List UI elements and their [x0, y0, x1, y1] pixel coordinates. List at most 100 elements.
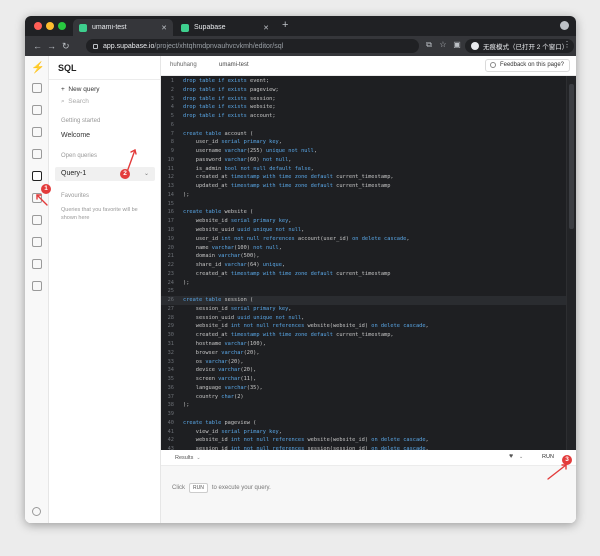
chevron-down-icon[interactable]: ⌄: [519, 454, 523, 460]
code-line[interactable]: 22 share_id varchar(64) unique,: [161, 261, 566, 270]
bookmark-star-icon[interactable]: ☆: [438, 40, 448, 50]
breadcrumb-org[interactable]: huhuhang: [170, 62, 197, 68]
code-line[interactable]: 32 browser varchar(20),: [161, 349, 566, 358]
feedback-button[interactable]: Feedback on this page?: [484, 59, 570, 72]
editor-scrollbar[interactable]: [566, 76, 576, 450]
result-message-after: to execute your query.: [211, 485, 271, 491]
back-icon[interactable]: ←: [33, 39, 42, 53]
close-tab-icon[interactable]: ✕: [263, 24, 269, 32]
code-line[interactable]: 9 username varchar(255) unique not null,: [161, 147, 566, 156]
favorite-heart-icon[interactable]: ♥: [509, 453, 513, 460]
reload-icon[interactable]: ↻: [62, 39, 70, 53]
close-tab-icon[interactable]: ✕: [161, 24, 167, 32]
code-line[interactable]: 19 user_id int not null references accou…: [161, 235, 566, 244]
incognito-icon: [471, 42, 479, 50]
open-query-item[interactable]: Query-1 ⌄: [55, 167, 155, 181]
line-number: 31: [167, 340, 174, 347]
home-icon[interactable]: [32, 83, 42, 93]
code-line[interactable]: 1 drop table if exists event;: [161, 77, 566, 86]
sql-editor[interactable]: 1 drop table if exists event; 2 drop table …: [161, 76, 576, 450]
breadcrumb-project[interactable]: umami-test: [219, 62, 249, 68]
new-query-button[interactable]: + New query: [61, 86, 100, 93]
scrollbar-thumb[interactable]: [569, 84, 574, 229]
code-line[interactable]: 12 created_at timestamp with time zone d…: [161, 173, 566, 182]
maximize-window-button[interactable]: [58, 22, 66, 30]
code-line[interactable]: 29 website_id int not null references we…: [161, 322, 566, 331]
code-line[interactable]: 16 create table website (: [161, 208, 566, 217]
code-line[interactable]: 40 create table pageview (: [161, 419, 566, 428]
code-line[interactable]: 39: [161, 410, 566, 419]
code-line[interactable]: 28 session_uuid uuid unique not null,: [161, 314, 566, 323]
code-line[interactable]: 24);: [161, 279, 566, 288]
line-number: 17: [167, 218, 174, 225]
close-window-button[interactable]: [34, 22, 42, 30]
code-line[interactable]: 36 language varchar(35),: [161, 384, 566, 393]
chevron-down-icon[interactable]: ⌄: [144, 167, 149, 181]
more-menu-icon[interactable]: ⋮: [562, 40, 572, 50]
welcome-item[interactable]: Welcome: [61, 132, 90, 139]
code-line[interactable]: 27 session_id serial primary key,: [161, 305, 566, 314]
new-tab-icon[interactable]: +: [282, 19, 288, 31]
code-line[interactable]: 18 website_uuid uuid unique not null,: [161, 226, 566, 235]
code-line[interactable]: 33 os varchar(20),: [161, 358, 566, 367]
code-line[interactable]: 21 domain varchar(500),: [161, 252, 566, 261]
code-line[interactable]: 42 website_id int not null references we…: [161, 436, 566, 445]
browser-tab-umami[interactable]: umami-test ✕: [73, 19, 173, 36]
search-input[interactable]: ⌕ Search: [61, 98, 89, 106]
code-line[interactable]: 38);: [161, 401, 566, 410]
incognito-indicator[interactable]: 无痕模式（已打开 2 个窗口）: [465, 39, 575, 53]
code-line[interactable]: 8 user_id serial primary key,: [161, 138, 566, 147]
code-line[interactable]: 25: [161, 287, 566, 296]
code-line[interactable]: 11 is_admin bool not null default false,: [161, 165, 566, 174]
code-line[interactable]: 26 create table session (: [161, 296, 566, 305]
line-number: 23: [167, 270, 174, 277]
storage-icon[interactable]: [32, 149, 42, 159]
code-text: username varchar(255) unique not null,: [183, 148, 318, 155]
code-line[interactable]: 35 screen varchar(11),: [161, 375, 566, 384]
auth-icon[interactable]: [32, 127, 42, 137]
user-avatar-icon[interactable]: [32, 507, 41, 516]
table-editor-icon[interactable]: [32, 105, 42, 115]
code-line[interactable]: 4 drop table if exists website;: [161, 103, 566, 112]
sql-editor-icon[interactable]: [32, 171, 42, 181]
code-line[interactable]: 30 created_at timestamp with time zone d…: [161, 331, 566, 340]
code-line[interactable]: 13 updated_at timestamp with time zone d…: [161, 182, 566, 191]
url-path: /project/xhtqhmdpnvauhvcvkmh/editor/sql: [154, 42, 284, 50]
code-line[interactable]: 41 view_id serial primary key,: [161, 428, 566, 437]
line-number: 26: [167, 297, 174, 304]
api-icon[interactable]: [32, 215, 42, 225]
code-line[interactable]: 6: [161, 121, 566, 130]
forward-icon[interactable]: →: [47, 39, 56, 53]
reports-icon[interactable]: [32, 237, 42, 247]
favourites-heading: Favourites: [61, 193, 90, 199]
feedback-label: Feedback on this page?: [499, 62, 564, 68]
minimize-window-button[interactable]: [46, 22, 54, 30]
code-line[interactable]: 14);: [161, 191, 566, 200]
extension-icon[interactable]: ▣: [452, 40, 462, 50]
code-line[interactable]: 10 password varchar(60) not null,: [161, 156, 566, 165]
run-button[interactable]: RUN: [538, 452, 558, 463]
supabase-logo-icon[interactable]: ⚡: [31, 62, 45, 74]
code-line[interactable]: 31 hostname varchar(100),: [161, 340, 566, 349]
code-lines[interactable]: 1 drop table if exists event; 2 drop table …: [161, 77, 566, 450]
extension-icon[interactable]: [560, 21, 569, 30]
code-line[interactable]: 20 name varchar(100) not null,: [161, 244, 566, 253]
line-number: 7: [170, 130, 174, 137]
code-line[interactable]: 15: [161, 200, 566, 209]
database-icon[interactable]: [32, 193, 42, 203]
code-line[interactable]: 17 website_id serial primary key,: [161, 217, 566, 226]
results-tab[interactable]: Results ⌄: [175, 455, 201, 461]
code-line[interactable]: 3 drop table if exists session;: [161, 95, 566, 104]
code-line[interactable]: 5 drop table if exists account;: [161, 112, 566, 121]
install-icon[interactable]: ⧉: [424, 40, 434, 50]
open-queries-heading: Open queries: [61, 153, 98, 159]
code-line[interactable]: 2 drop table if exists pageview;: [161, 86, 566, 95]
code-line[interactable]: 37 country char(2): [161, 393, 566, 402]
settings-gear-icon[interactable]: [32, 281, 42, 291]
code-line[interactable]: 23 created_at timestamp with time zone d…: [161, 270, 566, 279]
address-bar[interactable]: app.supabase.io /project/xhtqhmdpnvauhvc…: [86, 39, 419, 53]
browser-tab-supabase[interactable]: Supabase ✕: [175, 19, 275, 36]
code-line[interactable]: 34 device varchar(20),: [161, 366, 566, 375]
code-line[interactable]: 7 create table account (: [161, 130, 566, 139]
docs-icon[interactable]: [32, 259, 42, 269]
